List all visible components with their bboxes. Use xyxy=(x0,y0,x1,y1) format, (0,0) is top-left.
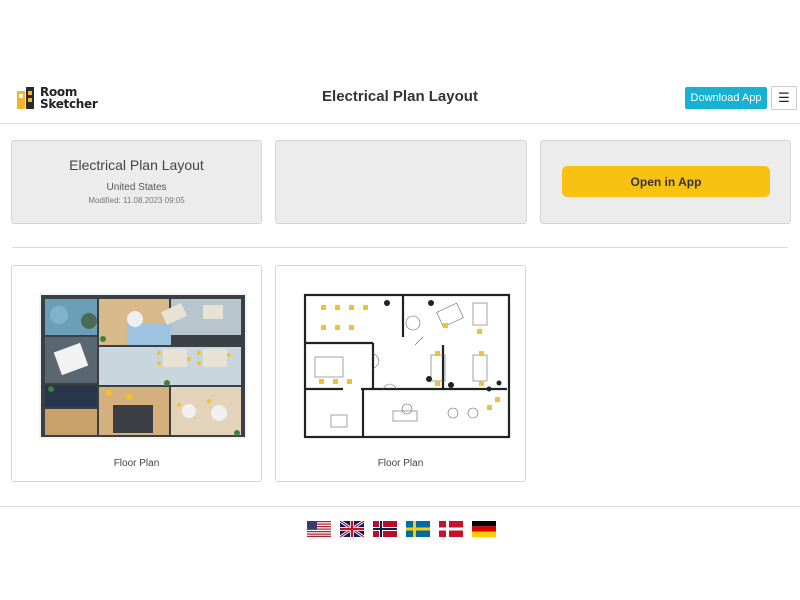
floor-plan-3d-caption: Floor Plan xyxy=(113,458,160,469)
hamburger-menu-icon[interactable]: ☰ xyxy=(771,86,797,110)
empty-card xyxy=(275,140,527,224)
download-app-button[interactable]: Download App xyxy=(685,87,767,109)
logo-line-2: Sketcher xyxy=(40,97,98,111)
us-flag-icon[interactable] xyxy=(307,521,331,537)
project-country: United States xyxy=(106,182,167,193)
uk-flag-icon[interactable] xyxy=(340,521,364,537)
floor-plan-3d-image[interactable] xyxy=(39,293,247,439)
norway-flag-icon[interactable] xyxy=(373,521,397,537)
denmark-flag-icon[interactable] xyxy=(439,521,463,537)
footer-divider xyxy=(0,506,800,507)
section-divider xyxy=(12,247,788,248)
project-modified-date: Modified: 11.08.2023 09:05 xyxy=(88,196,185,205)
header: Room Sketcher Electrical Plan Layout Dow… xyxy=(0,72,800,124)
germany-flag-icon[interactable] xyxy=(472,521,496,537)
project-title: Electrical Plan Layout xyxy=(69,157,204,173)
language-selector xyxy=(307,521,496,537)
project-info-card: Electrical Plan Layout United States Mod… xyxy=(11,140,262,224)
floor-plan-3d-card[interactable]: Floor Plan xyxy=(11,265,262,482)
open-in-app-button[interactable]: Open in App xyxy=(562,166,770,197)
page: Room Sketcher Electrical Plan Layout Dow… xyxy=(0,0,800,600)
floor-plan-2d-card[interactable]: Floor Plan xyxy=(275,265,526,482)
floor-plan-2d-caption: Floor Plan xyxy=(377,458,424,469)
sweden-flag-icon[interactable] xyxy=(406,521,430,537)
roomsketcher-logo[interactable]: Room Sketcher xyxy=(16,84,98,112)
open-in-app-card: Open in App xyxy=(540,140,791,224)
page-title: Electrical Plan Layout xyxy=(322,88,478,105)
logo-mark-icon xyxy=(17,87,34,109)
floor-plan-2d-image[interactable] xyxy=(303,293,511,439)
